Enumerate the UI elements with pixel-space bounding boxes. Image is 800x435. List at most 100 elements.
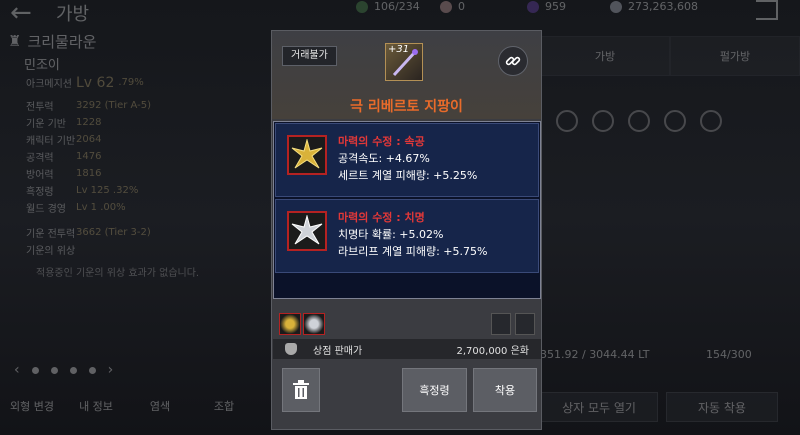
- crystal-gem-icon: [287, 211, 327, 251]
- inventory-panel: 가방 펄가방: [540, 36, 800, 132]
- tab-my-info[interactable]: 내 정보: [64, 398, 128, 414]
- back-arrow-icon[interactable]: ←: [10, 0, 32, 28]
- bottom-tabs: 외형 변경 내 정보 염색 조합: [0, 398, 270, 414]
- gold-crystal-icon: [291, 139, 323, 169]
- stat-label: 월드 경영: [26, 204, 66, 215]
- weight-capacity: 351.92 / 3044.44 LT: [540, 348, 650, 361]
- socket-list: 마력의 수정 : 속공 공격속도: +4.67% 세르트 계열 피해량: +5.…: [273, 121, 541, 299]
- sell-price-value: 2,700,000 은화: [456, 345, 529, 357]
- class-name: 아크메지션: [26, 79, 72, 90]
- exit-icon[interactable]: [756, 0, 778, 20]
- currency-value: 959: [545, 0, 566, 13]
- tab-bag[interactable]: 가방: [540, 36, 670, 76]
- currency-green: 106/234: [356, 0, 420, 13]
- character-info-panel: ♜ 크리물라운 민조이 아크메지션 Lv 62 .79% 전투력 3292 (Ti…: [8, 30, 248, 279]
- trade-lock-badge: 거래불가: [282, 46, 337, 66]
- stat-row: 월드 경영 Lv 1 .00%: [8, 199, 248, 216]
- stat-row: 캐릭터 기반 2064: [8, 131, 248, 148]
- inventory-tabs: 가방 펄가방: [540, 36, 800, 76]
- character-level: Lv 62: [76, 74, 115, 91]
- stat-label: 전투력: [26, 102, 54, 113]
- stat-value: Lv 1 .00%: [76, 202, 126, 213]
- auto-equip-button[interactable]: 자동 착용: [666, 392, 778, 422]
- tab-dye[interactable]: 염색: [128, 398, 192, 414]
- stat-label: 캐릭터 기반: [26, 136, 76, 147]
- character-name-row: ♜ 크리물라운: [8, 30, 248, 52]
- spirit-power-row: 기운 전투력 3662 (Tier 3-2): [8, 224, 248, 241]
- silver-coin-icon: [610, 0, 622, 13]
- link-button[interactable]: [498, 46, 528, 76]
- filter-accessory-icon[interactable]: [628, 110, 650, 132]
- equip-button[interactable]: 착용: [473, 368, 537, 412]
- page-dot[interactable]: [31, 366, 39, 374]
- staff-icon: [392, 49, 418, 77]
- filter-armor-icon[interactable]: [592, 110, 614, 132]
- socket-title: 마력의 수정 : 속공: [338, 135, 425, 148]
- tab-combine[interactable]: 조합: [192, 398, 256, 414]
- currency-purple: 959: [527, 0, 566, 13]
- stat-value: 1228: [76, 117, 102, 128]
- discard-button[interactable]: [282, 368, 320, 412]
- stat-value: 1816: [76, 168, 102, 179]
- currency-value: 106/234: [374, 0, 420, 13]
- money-bag-icon: [285, 343, 297, 355]
- popup-header: 거래불가 +31 극 리베르토 지팡이: [272, 31, 541, 119]
- stat-value: 3662 (Tier 3-2): [76, 227, 151, 238]
- stat-value: Lv 125 .32%: [76, 185, 139, 196]
- class-level-row: 아크메지션 Lv 62 .79%: [8, 74, 248, 91]
- socket-slot-2[interactable]: 마력의 수정 : 치명 치명타 확률: +5.02% 라브리프 계열 피해량: …: [275, 199, 539, 273]
- socket-stat-line: 공격속도: +4.67%: [338, 152, 430, 165]
- chevron-right-icon[interactable]: ›: [108, 362, 114, 378]
- page-dot[interactable]: [50, 366, 58, 374]
- stat-row: 흑정령 Lv 125 .32%: [8, 182, 248, 199]
- socket-slot-1[interactable]: 마력의 수정 : 속공 공격속도: +4.67% 세르트 계열 피해량: +5.…: [275, 123, 539, 197]
- gold-crystal-icon: [279, 313, 301, 335]
- open-all-boxes-button[interactable]: 상자 모두 열기: [540, 392, 658, 422]
- black-spirit-button[interactable]: 흑정령: [402, 368, 467, 412]
- pearl-icon: [440, 0, 452, 13]
- item-detail-popup: 거래불가 +31 극 리베르토 지팡이 마력의 수정: 속공 공격속도: +4…: [271, 30, 542, 430]
- stat-label: 공격력: [26, 153, 54, 164]
- socket-type-icons: [491, 313, 535, 335]
- character-level-pct: .79%: [118, 77, 144, 88]
- stat-row: 기운 기반 1228: [8, 114, 248, 131]
- tab-appearance[interactable]: 외형 변경: [0, 398, 64, 414]
- filter-other-icon[interactable]: [700, 110, 722, 132]
- silver-crystal-icon: [303, 313, 325, 335]
- guild-name: 민조이: [24, 58, 60, 73]
- inventory-screen: ← 가방 ♜ 크리물라운 민조이 아크메지션 Lv 62 .79% 전투력 329…: [0, 0, 800, 435]
- purple-orb-icon: [527, 0, 539, 13]
- link-icon: [505, 56, 521, 66]
- equip-filter-row: [540, 110, 800, 132]
- item-thumbnail: +31: [385, 43, 423, 81]
- socket-stat-line: 라브리프 계열 피해량: +5.75%: [338, 245, 488, 258]
- socket-stat-line: 치명타 확률: +5.02%: [338, 228, 444, 241]
- stat-label: 흑정령: [26, 187, 54, 198]
- socket-title: 마력의 수정 : 치명: [338, 211, 425, 224]
- filter-misc-icon[interactable]: [664, 110, 686, 132]
- blue-socket-icon[interactable]: [491, 313, 511, 335]
- character-name: 크리물라운: [27, 32, 97, 51]
- stat-label: 기운 전투력: [26, 229, 76, 240]
- orange-socket-icon[interactable]: [515, 313, 535, 335]
- page-dot[interactable]: [69, 366, 77, 374]
- tab-pearl-bag[interactable]: 펄가방: [670, 36, 800, 76]
- green-gem-icon: [356, 0, 368, 13]
- stat-value: 3292 (Tier A-5): [76, 100, 152, 111]
- filter-weapon-icon[interactable]: [556, 110, 578, 132]
- page-dot[interactable]: [88, 366, 96, 374]
- stat-row: 전투력 3292 (Tier A-5): [8, 97, 248, 114]
- socket-stat-line: 세르트 계열 피해량: +5.25%: [338, 169, 478, 182]
- stat-label: 기운의 위상: [26, 246, 76, 257]
- screen-title: 가방: [56, 4, 90, 25]
- stat-value: 1476: [76, 151, 102, 162]
- stat-value: 2064: [76, 134, 102, 145]
- page-indicator: ‹ ›: [14, 362, 113, 378]
- stat-row: 공격력 1476: [8, 148, 248, 165]
- spirit-status-row: 기운의 위상: [8, 241, 248, 258]
- currency-value: 273,263,608: [628, 0, 698, 13]
- stat-row: 방어력 1816: [8, 165, 248, 182]
- spirit-notice: 적용중인 기운의 위상 효과가 없습니다.: [36, 268, 200, 279]
- chevron-left-icon[interactable]: ‹: [14, 362, 20, 378]
- stat-label: 방어력: [26, 170, 54, 181]
